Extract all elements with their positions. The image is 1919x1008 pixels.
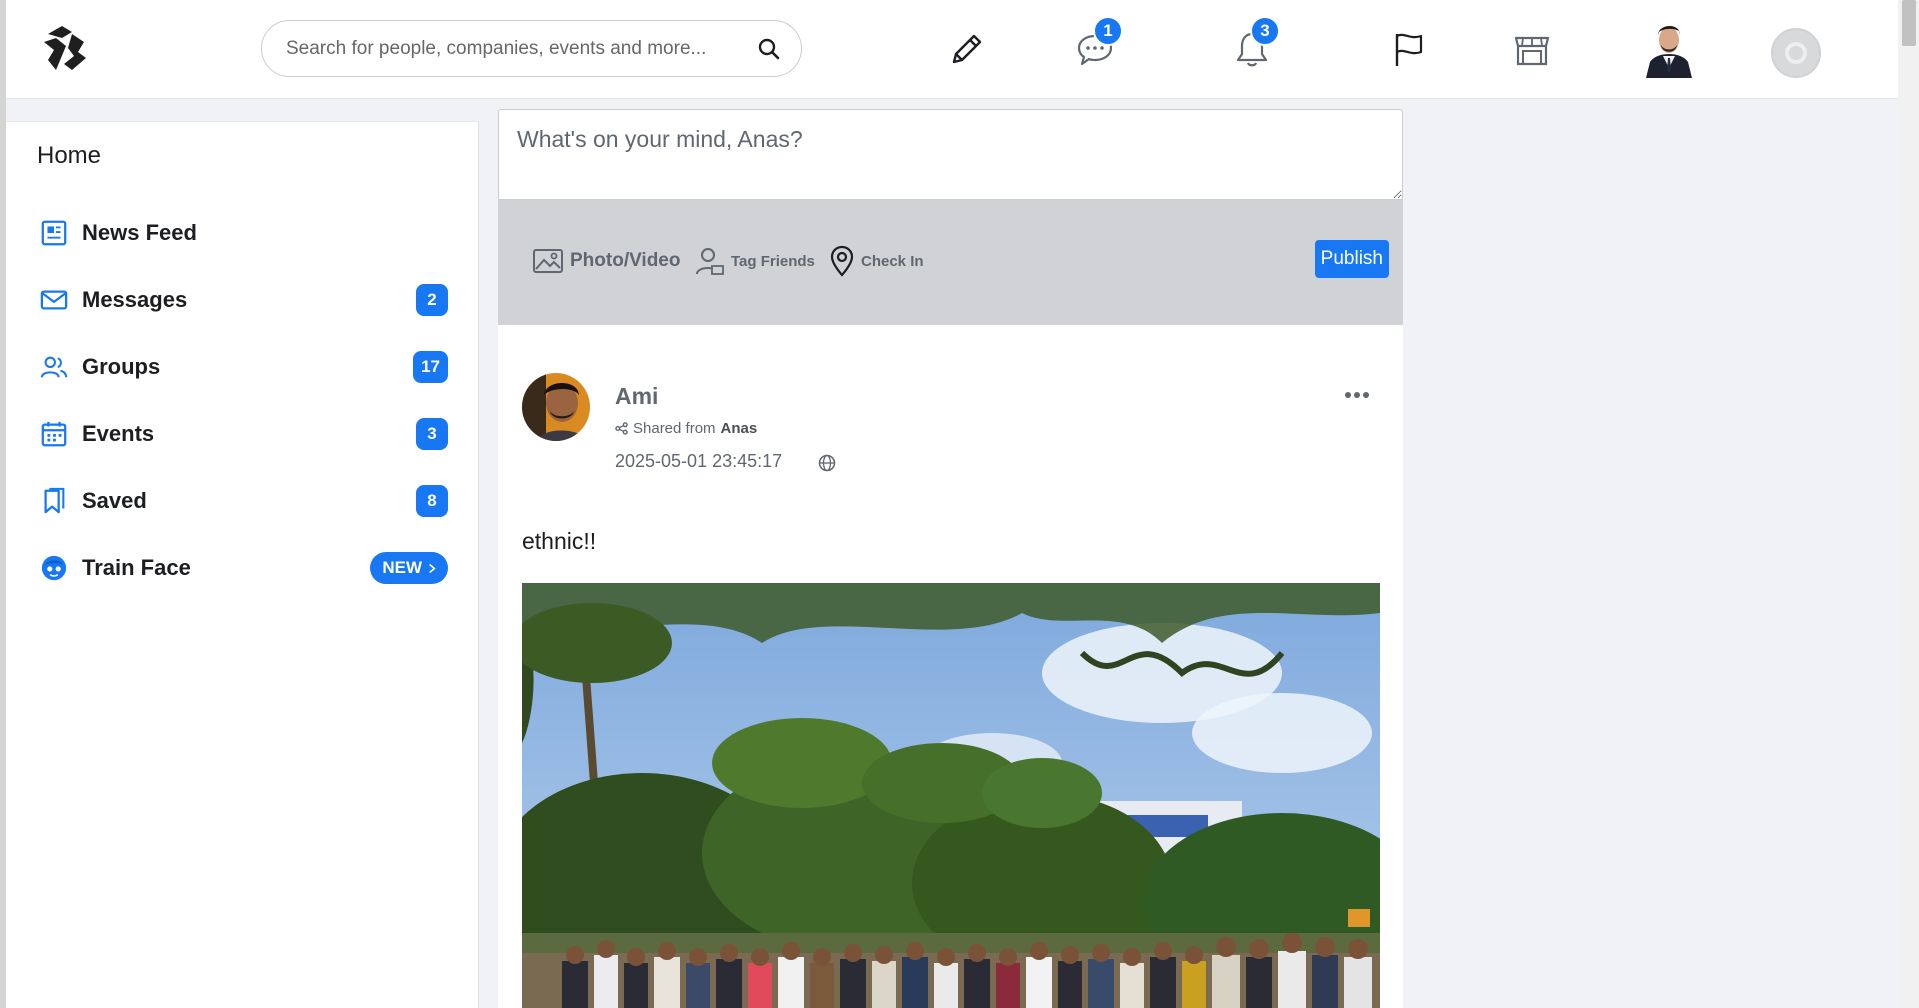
shared-prefix: Shared from: [633, 420, 716, 437]
publish-button[interactable]: Publish: [1314, 240, 1389, 278]
tag-friends-button[interactable]: Tag Friends: [695, 244, 815, 278]
face-icon: [39, 553, 69, 583]
post-composer: Photo/Video Tag Friends Check In Publish: [498, 109, 1403, 325]
flag-icon: [1395, 33, 1423, 66]
count-badge: 8: [416, 485, 448, 517]
marketplace-button[interactable]: [1507, 24, 1557, 74]
search-box: [261, 20, 802, 77]
count-badge: 2: [416, 284, 448, 316]
photo-video-button[interactable]: Photo/Video: [532, 244, 680, 278]
sidebar-item-train-face[interactable]: Train Face NEW: [6, 543, 479, 593]
check-in-button[interactable]: Check In: [829, 244, 924, 278]
post-options-button[interactable]: [1345, 389, 1373, 401]
app-logo[interactable]: [38, 20, 94, 76]
post-photo[interactable]: [522, 583, 1380, 1008]
sidebar-item-messages[interactable]: Messages 2: [6, 275, 479, 325]
pencil-icon: [952, 34, 982, 64]
feed-post: Ami Shared from Anas 2025-05-01 23:45:17…: [498, 325, 1403, 1008]
post-input[interactable]: [498, 109, 1403, 200]
sidebar-item-label: Messages: [82, 287, 188, 312]
count-badge: 17: [413, 351, 448, 383]
settings-button[interactable]: [1771, 28, 1821, 78]
shared-from: Shared from Anas: [615, 420, 757, 437]
users-icon: [39, 352, 69, 382]
sidebar-item-groups[interactable]: Groups 17: [6, 342, 479, 392]
chevron-right-icon: [429, 563, 436, 573]
calendar-icon: [39, 419, 69, 449]
pages-button[interactable]: [1384, 24, 1434, 74]
location-pin-icon: [830, 245, 854, 277]
left-sidebar: Home News Feed Messages 2 Groups 17 Even…: [6, 121, 479, 1008]
store-icon: [1514, 36, 1550, 66]
count-badge: 3: [416, 418, 448, 450]
scrollbar[interactable]: [1899, 0, 1919, 1008]
more-dot: [1363, 392, 1369, 398]
new-badge-label: NEW: [382, 558, 422, 577]
more-dot: [1354, 392, 1360, 398]
profile-avatar[interactable]: [1644, 18, 1694, 78]
tag-friends-label: Tag Friends: [731, 252, 815, 270]
search-icon[interactable]: [757, 37, 781, 61]
top-navbar: 1 3: [6, 0, 1898, 99]
shared-from-name[interactable]: Anas: [721, 420, 758, 437]
sidebar-item-news-feed[interactable]: News Feed: [6, 208, 479, 258]
sidebar-item-label: Groups: [82, 354, 161, 379]
sidebar-item-label: Saved: [82, 488, 147, 513]
search-input[interactable]: [286, 21, 726, 76]
notifications-badge: 3: [1250, 16, 1280, 46]
new-badge: NEW: [370, 552, 448, 584]
scrollbar-thumb[interactable]: [1902, 0, 1916, 46]
post-timestamp: 2025-05-01 23:45:17: [615, 451, 783, 471]
sidebar-title: Home: [37, 142, 102, 169]
image-icon: [533, 249, 563, 273]
sidebar-item-label: News Feed: [82, 220, 197, 245]
bookmark-icon: [39, 486, 69, 516]
globe-icon: [818, 454, 836, 472]
post-text: ethnic!!: [522, 528, 597, 554]
envelope-icon: [39, 285, 69, 315]
sidebar-item-events[interactable]: Events 3: [6, 409, 479, 459]
newspaper-icon: [39, 218, 69, 248]
photo-video-label: Photo/Video: [570, 250, 681, 271]
share-icon: [615, 422, 628, 435]
gear-icon: [1785, 42, 1807, 64]
tag-user-icon: [696, 248, 724, 275]
post-author-name[interactable]: Ami: [615, 383, 658, 410]
post-author-avatar[interactable]: [522, 373, 590, 441]
composer-actions-bar: Photo/Video Tag Friends Check In Publish: [498, 200, 1403, 325]
sidebar-item-saved[interactable]: Saved 8: [6, 476, 479, 526]
sidebar-item-label: Train Face: [82, 555, 191, 580]
more-dot: [1345, 392, 1351, 398]
check-in-label: Check In: [861, 252, 924, 270]
create-post-button[interactable]: [942, 24, 992, 74]
sidebar-item-label: Events: [82, 421, 155, 446]
messages-badge: 1: [1093, 16, 1123, 46]
